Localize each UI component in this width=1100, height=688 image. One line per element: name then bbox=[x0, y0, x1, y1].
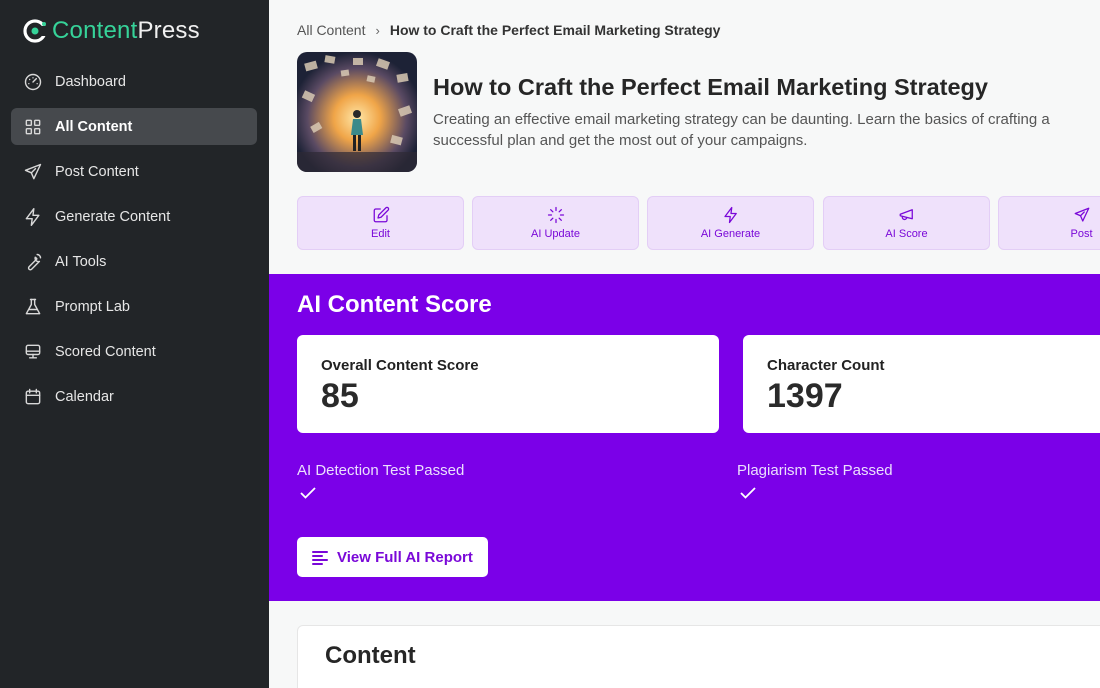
ai-generate-button-label: AI Generate bbox=[700, 228, 761, 240]
breadcrumb-root-link[interactable]: All Content bbox=[297, 22, 365, 38]
sidebar-item-dashboard[interactable]: Dashboard bbox=[11, 63, 257, 100]
overall-score-card: Overall Content Score 85 bbox=[297, 335, 719, 433]
grid-icon bbox=[23, 117, 43, 137]
sidebar-item-label: Scored Content bbox=[55, 343, 156, 360]
sidebar-item-label: Prompt Lab bbox=[55, 298, 130, 315]
article-description: Creating an effective email marketing st… bbox=[433, 111, 1050, 149]
sidebar-item-calendar[interactable]: Calendar bbox=[11, 378, 257, 415]
flask-icon bbox=[23, 297, 43, 317]
sidebar-item-label: Dashboard bbox=[55, 73, 126, 90]
post-button[interactable]: Post bbox=[998, 196, 1100, 250]
main-content: All Content › How to Craft the Perfect E… bbox=[269, 0, 1100, 688]
ai-score-button-label: AI Score bbox=[885, 228, 928, 240]
ai-generate-button[interactable]: AI Generate bbox=[647, 196, 814, 250]
ai-score-button[interactable]: AI Score bbox=[823, 196, 990, 250]
post-button-label: Post bbox=[1070, 228, 1093, 240]
ai-detection-status: AI Detection Test Passed bbox=[297, 462, 465, 479]
character-count-label: Character Count bbox=[767, 357, 885, 374]
check-icon bbox=[299, 485, 317, 501]
align-left-icon bbox=[312, 551, 328, 565]
sidebar-item-prompt-lab[interactable]: Prompt Lab bbox=[11, 288, 257, 325]
logo-text: ContentPress bbox=[52, 17, 200, 44]
lightning-icon bbox=[723, 206, 737, 224]
ai-score-panel: AI Content Score Overall Content Score 8… bbox=[269, 274, 1100, 601]
content-section: Content bbox=[297, 625, 1100, 688]
ai-update-button-label: AI Update bbox=[531, 228, 580, 240]
breadcrumb-current: How to Craft the Perfect Email Marketing… bbox=[389, 22, 721, 38]
sidebar-item-ai-tools[interactable]: AI Tools bbox=[11, 243, 257, 280]
send-icon bbox=[1074, 207, 1089, 222]
sidebar-item-label: Calendar bbox=[55, 388, 114, 405]
sidebar-item-scored-content[interactable]: Scored Content bbox=[11, 333, 257, 370]
lightning-icon bbox=[23, 207, 43, 227]
sidebar-item-post-content[interactable]: Post Content bbox=[11, 153, 257, 190]
chevron-right-icon: › bbox=[375, 22, 380, 38]
send-icon bbox=[23, 162, 43, 182]
app-logo[interactable]: ContentPress bbox=[22, 16, 200, 46]
ai-score-title: AI Content Score bbox=[297, 291, 492, 318]
calendar-icon bbox=[23, 387, 43, 407]
sidebar-item-generate-content[interactable]: Generate Content bbox=[11, 198, 257, 235]
edit-button-label: Edit bbox=[371, 228, 390, 240]
sidebar-item-label: All Content bbox=[55, 118, 133, 135]
character-count-card: Character Count 1397 bbox=[743, 335, 1100, 433]
plagiarism-status: Plagiarism Test Passed bbox=[737, 462, 893, 479]
view-full-report-label: View Full AI Report bbox=[337, 548, 473, 566]
content-section-title: Content bbox=[325, 642, 416, 669]
loader-icon bbox=[547, 206, 564, 224]
sidebar: ContentPress Dashboard All Content Post … bbox=[0, 0, 269, 688]
ai-update-button[interactable]: AI Update bbox=[472, 196, 639, 250]
overall-score-label: Overall Content Score bbox=[321, 357, 479, 374]
wrench-icon bbox=[23, 252, 43, 272]
sidebar-item-label: Generate Content bbox=[55, 208, 171, 225]
article-title: How to Craft the Perfect Email Marketing… bbox=[433, 74, 988, 100]
sidebar-item-all-content[interactable]: All Content bbox=[11, 108, 257, 145]
sidebar-nav: Dashboard All Content Post Content Gener… bbox=[11, 63, 257, 423]
logo-icon bbox=[22, 18, 48, 44]
character-count-value: 1397 bbox=[767, 377, 843, 415]
article-thumbnail bbox=[297, 52, 417, 172]
view-full-report-button[interactable]: View Full AI Report bbox=[297, 537, 488, 577]
megaphone-icon bbox=[899, 209, 913, 221]
edit-icon bbox=[373, 206, 389, 223]
check-icon bbox=[739, 485, 757, 501]
gauge-icon bbox=[23, 72, 43, 92]
edit-button[interactable]: Edit bbox=[297, 196, 464, 250]
overall-score-value: 85 bbox=[321, 377, 359, 415]
sidebar-item-label: Post Content bbox=[55, 163, 139, 180]
breadcrumb: All Content › How to Craft the Perfect E… bbox=[297, 22, 720, 38]
action-bar: Edit AI Update AI Generate AI Score Post bbox=[297, 196, 1100, 250]
sidebar-item-label: AI Tools bbox=[55, 253, 107, 270]
monitor-icon bbox=[23, 342, 43, 362]
